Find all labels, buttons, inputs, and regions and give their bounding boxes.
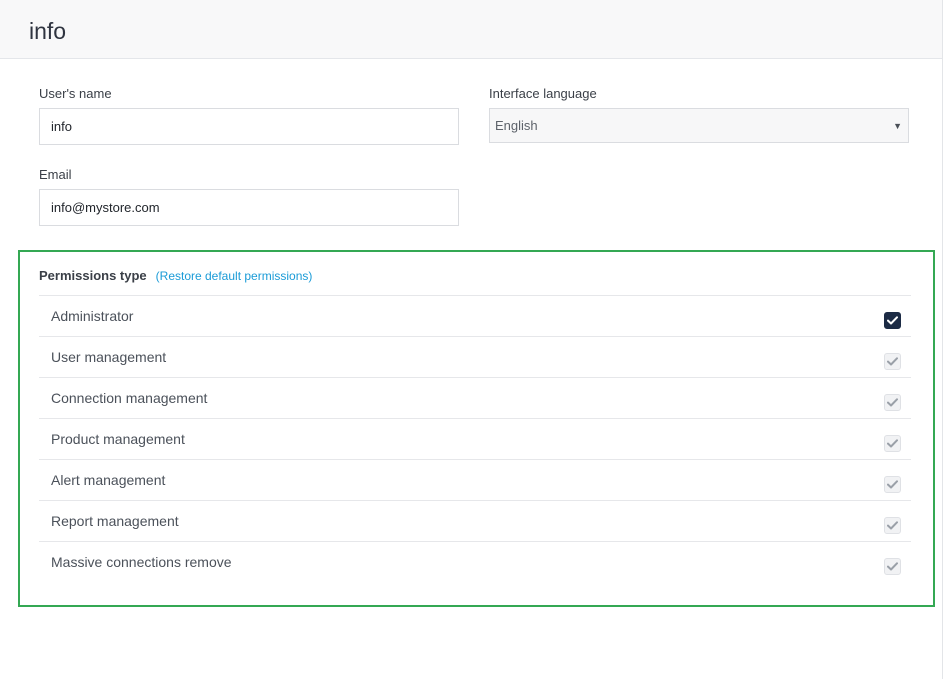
permission-row: User management [39, 336, 911, 377]
language-select[interactable]: English ▼ [489, 108, 909, 143]
permissions-list: Administrator User management Connection m… [39, 295, 911, 582]
permission-label: Product management [51, 431, 185, 447]
permission-checkbox [884, 353, 901, 370]
permission-row: Massive connections remove [39, 541, 911, 582]
user-edit-page: info User's name info Interface language… [0, 0, 946, 679]
permission-checkbox [884, 558, 901, 575]
username-label: User's name [39, 86, 112, 101]
permission-row: Product management [39, 418, 911, 459]
checkmark-icon [887, 480, 898, 489]
permission-checkbox [884, 394, 901, 411]
permission-checkbox [884, 517, 901, 534]
permissions-panel: Permissions type (Restore default permis… [18, 250, 935, 607]
permission-label: Report management [51, 513, 179, 529]
permission-checkbox[interactable] [884, 312, 901, 329]
permission-row: Report management [39, 500, 911, 541]
permissions-title: Permissions type [39, 268, 147, 283]
username-value: info [51, 119, 72, 134]
permission-label: Massive connections remove [51, 554, 232, 570]
checkmark-icon [887, 357, 898, 366]
permission-label: Alert management [51, 472, 166, 488]
email-label: Email [39, 167, 72, 182]
checkmark-icon [887, 562, 898, 571]
username-input[interactable]: info [39, 108, 459, 145]
page-header: info [0, 0, 942, 59]
permission-row: Connection management [39, 377, 911, 418]
permission-row: Administrator [39, 295, 911, 336]
caret-down-icon: ▼ [893, 120, 902, 131]
restore-default-permissions-link[interactable]: (Restore default permissions) [156, 269, 313, 283]
permission-row: Alert management [39, 459, 911, 500]
permissions-header: Permissions type (Restore default permis… [39, 268, 312, 283]
checkmark-icon [887, 521, 898, 530]
page-title: info [29, 18, 67, 44]
permission-checkbox [884, 476, 901, 493]
email-value: info@mystore.com [51, 200, 160, 215]
language-value: English [495, 118, 538, 133]
permission-label: Connection management [51, 390, 208, 406]
permission-checkbox [884, 435, 901, 452]
right-divider [942, 0, 943, 679]
language-label: Interface language [489, 86, 597, 101]
checkmark-icon [887, 398, 898, 407]
checkmark-icon [887, 316, 898, 325]
permission-label: User management [51, 349, 167, 365]
email-input[interactable]: info@mystore.com [39, 189, 459, 226]
checkmark-icon [887, 439, 898, 448]
permission-label: Administrator [51, 308, 134, 324]
